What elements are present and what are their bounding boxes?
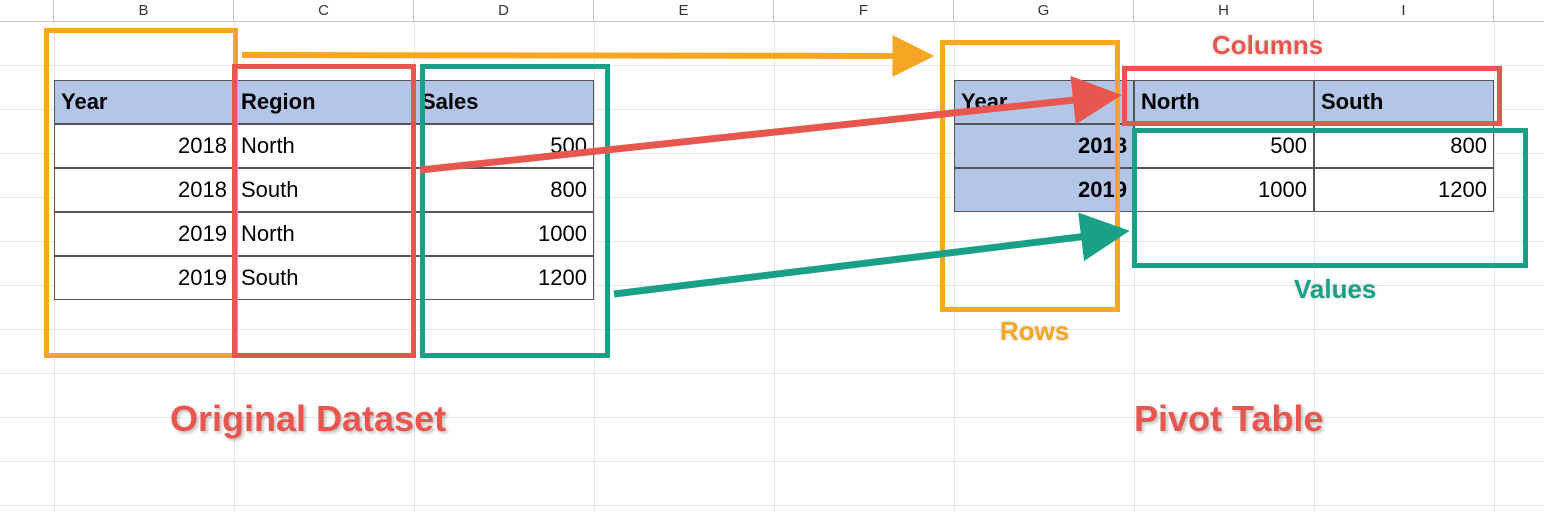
pivot-colheader-north[interactable]: North: [1134, 80, 1314, 124]
orig-cell[interactable]: 2018: [54, 168, 234, 212]
orig-cell[interactable]: North: [234, 124, 414, 168]
pivot-rowheader[interactable]: 2018: [954, 124, 1134, 168]
orig-cell[interactable]: South: [234, 256, 414, 300]
spreadsheet-column-headers: B C D E F G H I: [0, 0, 1544, 22]
col-G: G: [954, 0, 1134, 21]
pivot-corner[interactable]: Year: [954, 80, 1134, 124]
orig-cell[interactable]: 2018: [54, 124, 234, 168]
pivot-value[interactable]: 500: [1134, 124, 1314, 168]
pivot-value[interactable]: 800: [1314, 124, 1494, 168]
orig-header-sales[interactable]: Sales: [414, 80, 594, 124]
orig-cell[interactable]: 2019: [54, 256, 234, 300]
col-I: I: [1314, 0, 1494, 21]
orig-cell[interactable]: 1000: [414, 212, 594, 256]
label-values: Values: [1294, 274, 1376, 305]
label-original-dataset: Original Dataset: [170, 398, 446, 440]
col-E: E: [594, 0, 774, 21]
col-H: H: [1134, 0, 1314, 21]
label-columns: Columns: [1212, 30, 1323, 61]
orig-header-region[interactable]: Region: [234, 80, 414, 124]
pivot-rowheader[interactable]: 2019: [954, 168, 1134, 212]
pivot-value[interactable]: 1000: [1134, 168, 1314, 212]
orig-cell[interactable]: 2019: [54, 212, 234, 256]
orig-cell[interactable]: 800: [414, 168, 594, 212]
col-D: D: [414, 0, 594, 21]
col-C: C: [234, 0, 414, 21]
col-F: F: [774, 0, 954, 21]
pivot-colheader-south[interactable]: South: [1314, 80, 1494, 124]
label-pivot-table: Pivot Table: [1134, 398, 1323, 440]
orig-cell[interactable]: 500: [414, 124, 594, 168]
col-B: B: [54, 0, 234, 21]
pivot-value[interactable]: 1200: [1314, 168, 1494, 212]
orig-cell[interactable]: South: [234, 168, 414, 212]
orig-header-year[interactable]: Year: [54, 80, 234, 124]
orig-cell[interactable]: 1200: [414, 256, 594, 300]
orig-cell[interactable]: North: [234, 212, 414, 256]
label-rows: Rows: [1000, 316, 1069, 347]
